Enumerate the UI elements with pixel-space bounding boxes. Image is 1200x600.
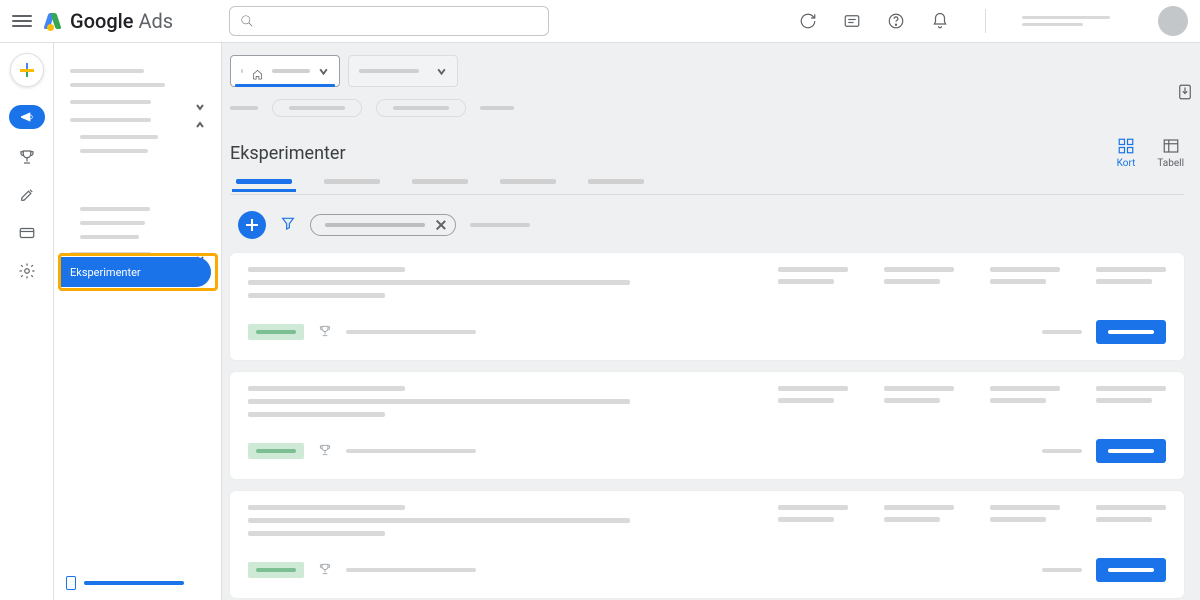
divider bbox=[985, 9, 986, 33]
breadcrumb-chip[interactable] bbox=[376, 99, 466, 117]
content-area: Eksperimenter Kort Tabell bbox=[222, 43, 1200, 600]
mobile-icon bbox=[66, 576, 76, 590]
trophy-icon bbox=[318, 323, 332, 342]
download-icon[interactable] bbox=[1176, 83, 1194, 105]
rail-trophy-icon[interactable] bbox=[17, 147, 37, 167]
scope-campaign-chip[interactable] bbox=[348, 55, 458, 87]
card-summary bbox=[346, 330, 476, 334]
home-icon bbox=[252, 65, 264, 77]
brand-ads: Ads bbox=[138, 9, 173, 33]
status-badge bbox=[248, 562, 304, 578]
top-bar: Google Ads bbox=[0, 0, 1200, 43]
table-view-icon bbox=[1162, 137, 1180, 155]
add-filter-link[interactable] bbox=[470, 223, 530, 227]
sidebar-subitem[interactable] bbox=[80, 149, 148, 153]
sub-tab[interactable] bbox=[588, 179, 644, 184]
top-actions bbox=[799, 6, 1188, 36]
avatar[interactable] bbox=[1158, 6, 1188, 36]
breadcrumb-chip[interactable] bbox=[272, 99, 362, 117]
breadcrumb bbox=[230, 99, 1184, 117]
trophy-icon bbox=[318, 561, 332, 580]
sidebar-subitem[interactable] bbox=[80, 235, 139, 239]
scope-account-chip[interactable] bbox=[230, 55, 340, 87]
sidebar-subitem[interactable] bbox=[80, 207, 150, 211]
sub-tabs bbox=[230, 179, 1184, 184]
trophy-icon bbox=[318, 442, 332, 461]
view-table-label: Tabell bbox=[1157, 158, 1184, 169]
view-card-label: Kort bbox=[1117, 158, 1136, 169]
sub-tab[interactable] bbox=[500, 179, 556, 184]
experiment-card-list bbox=[230, 253, 1184, 598]
filter-chip[interactable] bbox=[310, 214, 456, 236]
rail-settings-icon[interactable] bbox=[17, 261, 37, 281]
view-table-button[interactable]: Tabell bbox=[1157, 137, 1184, 169]
view-toggle: Kort Tabell bbox=[1117, 137, 1184, 169]
nav-rail bbox=[0, 43, 54, 600]
chevron-up-icon bbox=[195, 115, 205, 125]
filter-icon[interactable] bbox=[280, 215, 296, 235]
sidebar-subitem[interactable] bbox=[80, 135, 158, 139]
sub-tab[interactable] bbox=[324, 179, 380, 184]
experiment-card[interactable] bbox=[230, 491, 1184, 598]
add-experiment-button[interactable] bbox=[238, 211, 266, 239]
card-metrics bbox=[778, 267, 1166, 298]
card-cta-button[interactable] bbox=[1096, 439, 1166, 463]
create-button[interactable] bbox=[10, 53, 44, 87]
menu-icon[interactable] bbox=[12, 15, 32, 27]
breadcrumb-item[interactable] bbox=[480, 106, 514, 110]
rail-tools-icon[interactable] bbox=[17, 185, 37, 205]
sidebar-item-expandable[interactable] bbox=[70, 115, 205, 125]
caret-down-icon bbox=[436, 62, 447, 81]
list-toolbar bbox=[230, 211, 1184, 239]
help-icon[interactable] bbox=[887, 12, 905, 30]
card-cta-button[interactable] bbox=[1096, 320, 1166, 344]
sidebar-item-expandable[interactable] bbox=[70, 97, 205, 107]
card-view-icon bbox=[1117, 137, 1135, 155]
sidebar-item-experiments[interactable]: Eksperimenter bbox=[58, 257, 211, 287]
view-card-button[interactable]: Kort bbox=[1117, 137, 1136, 169]
sub-tab[interactable] bbox=[412, 179, 468, 184]
search-input[interactable] bbox=[229, 6, 549, 36]
page-title: Eksperimenter bbox=[230, 143, 346, 164]
status-badge bbox=[248, 443, 304, 459]
experiment-card[interactable] bbox=[230, 253, 1184, 360]
breadcrumb-item[interactable] bbox=[230, 106, 258, 110]
sub-tab[interactable] bbox=[236, 179, 292, 184]
sidebar-item[interactable] bbox=[70, 83, 165, 87]
card-cta-button[interactable] bbox=[1096, 558, 1166, 582]
sidebar-item[interactable] bbox=[70, 69, 144, 73]
sidebar-subitem[interactable] bbox=[80, 221, 145, 225]
rail-billing-icon[interactable] bbox=[17, 223, 37, 243]
product-logo[interactable]: Google Ads bbox=[44, 9, 173, 33]
account-switcher[interactable] bbox=[1022, 16, 1132, 26]
experiment-card[interactable] bbox=[230, 372, 1184, 479]
workspace: Eksperimenter bbox=[0, 43, 1200, 600]
status-badge bbox=[248, 324, 304, 340]
ads-logo-icon bbox=[44, 11, 64, 31]
notifications-icon[interactable] bbox=[931, 12, 949, 30]
sidebar-footer-link[interactable] bbox=[66, 576, 184, 590]
card-secondary-label bbox=[1042, 330, 1082, 334]
remove-filter-icon[interactable] bbox=[435, 219, 447, 231]
sidebar: Eksperimenter bbox=[54, 43, 222, 600]
message-icon[interactable] bbox=[843, 12, 861, 30]
brand-google: Google bbox=[70, 9, 133, 33]
chevron-down-icon bbox=[195, 97, 205, 107]
sidebar-active-label: Eksperimenter bbox=[70, 266, 141, 279]
caret-down-icon bbox=[318, 62, 329, 81]
rail-campaigns-icon[interactable] bbox=[9, 105, 45, 129]
refresh-icon[interactable] bbox=[799, 12, 817, 30]
scope-selector-row bbox=[230, 55, 1184, 87]
search-icon bbox=[240, 14, 254, 28]
